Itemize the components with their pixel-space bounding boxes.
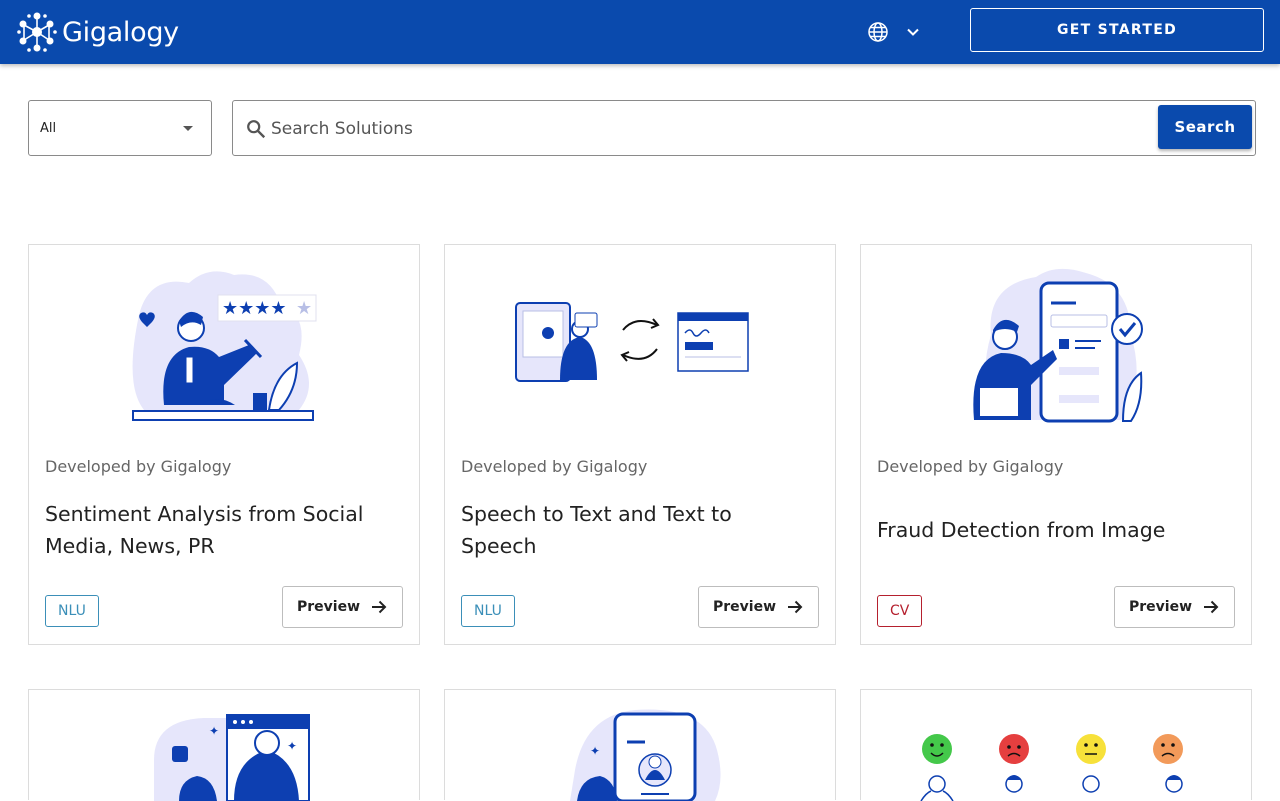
svg-text:✦: ✦ [590, 744, 600, 758]
developer-label: Developed by Gigalogy [877, 457, 1064, 476]
solution-card[interactable]: Developed by Gigalogy Speech to Text and… [444, 244, 836, 645]
fraud-detection-illustration [973, 268, 1143, 423]
logo-text: Gigalogy [62, 16, 179, 48]
preview-button[interactable]: Preview [282, 586, 403, 628]
logo-network-icon [17, 12, 57, 52]
search-button[interactable]: Search [1158, 105, 1252, 149]
svg-text:✦: ✦ [209, 724, 219, 738]
gigalogy-logo[interactable]: Gigalogy [16, 10, 179, 54]
search-icon [247, 120, 266, 139]
customer-emotions-illustration [920, 734, 1183, 801]
category-filter-select[interactable]: All [28, 100, 212, 156]
top-app-bar: Gigalogy GET STARTED [0, 0, 1280, 64]
filter-selected-value: All [40, 120, 57, 136]
mobile-profile-illustration: ✦ [570, 709, 721, 801]
category-tag: CV [877, 595, 923, 627]
search-input[interactable] [271, 113, 1131, 145]
dropdown-caret-icon [183, 126, 193, 131]
preview-button[interactable]: Preview [698, 586, 819, 628]
svg-text:★★★★: ★★★★ [222, 298, 287, 319]
search-box: Search [232, 100, 1256, 156]
card-title: Sentiment Analysis from Social Media, Ne… [45, 502, 364, 558]
developer-label: Developed by Gigalogy [45, 457, 232, 476]
arrow-right-icon [372, 600, 387, 614]
globe-icon [868, 22, 888, 42]
solution-card[interactable]: ✦ [444, 689, 836, 801]
get-started-button[interactable]: GET STARTED [970, 8, 1264, 52]
category-tag: NLU [461, 595, 515, 627]
preview-label: Preview [712, 599, 776, 615]
solution-card[interactable]: ★★★★ ★ Developed by Gigalogy Sentiment A… [28, 244, 420, 645]
solution-card[interactable]: ✦ ✦ [28, 689, 420, 801]
language-selector[interactable] [866, 18, 922, 46]
developer-label: Developed by Gigalogy [461, 457, 648, 476]
sentiment-analysis-illustration: ★★★★ ★ [132, 271, 317, 421]
preview-label: Preview [1128, 599, 1192, 615]
solution-card[interactable]: Developed by Gigalogy Fraud Detection fr… [860, 244, 1252, 645]
preview-button[interactable]: Preview [1114, 586, 1235, 628]
card-title: Fraud Detection from Image [877, 518, 1166, 542]
solution-card[interactable] [860, 689, 1252, 801]
arrow-right-icon [1204, 600, 1219, 614]
preview-label: Preview [296, 599, 360, 615]
svg-text:★: ★ [296, 298, 312, 319]
arrow-right-icon [788, 600, 803, 614]
svg-text:✦: ✦ [287, 739, 297, 753]
category-tag: NLU [45, 595, 99, 627]
speech-to-text-illustration [515, 302, 749, 382]
chevron-down-icon [907, 28, 919, 36]
card-title: Speech to Text and Text to Speech [461, 502, 732, 558]
social-engagement-illustration: ✦ ✦ [154, 714, 310, 801]
